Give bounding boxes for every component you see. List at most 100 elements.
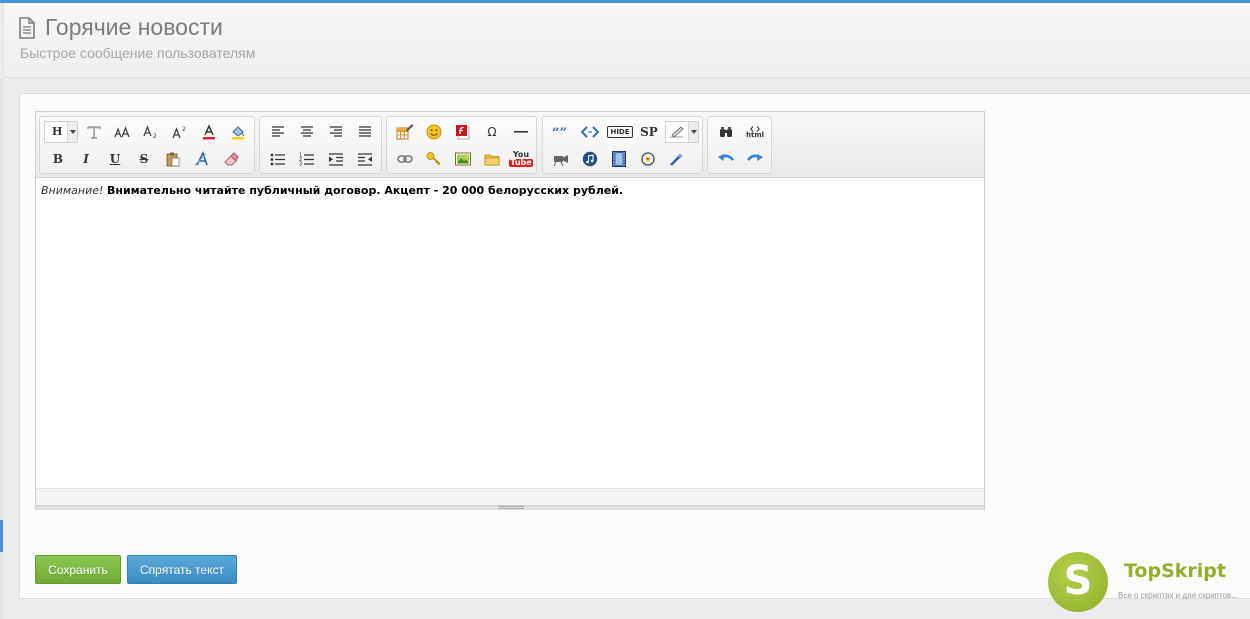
topskript-logo: S [1048,552,1108,612]
toolbar-group-insert: Ω You Tube [386,116,537,174]
source-html-button[interactable]: html [743,121,767,143]
align-justify-icon [359,126,371,137]
topskript-title: TopSkript [1124,560,1226,582]
text-color-icon [203,124,215,140]
underline-button[interactable]: U [103,148,127,170]
background-color-button[interactable] [226,121,250,143]
insert-gadget-button[interactable] [665,148,689,170]
align-right-icon [330,126,342,137]
paint-bucket-icon [232,126,244,140]
image-icon [455,152,471,166]
hide-text-button[interactable]: Спрятать текст [127,555,237,584]
page-subtitle: Быстрое сообщение пользователям [20,45,256,61]
italic-button[interactable]: I [74,148,98,170]
numbered-list-icon: 123 [299,153,314,167]
underline-label: U [109,152,121,166]
redo-button[interactable] [743,148,767,170]
horizontal-rule-icon [514,131,528,133]
film-icon [612,151,626,167]
subscript-button[interactable]: 2 [139,121,163,143]
insert-flash-button[interactable] [451,121,475,143]
text-color-button[interactable] [197,121,221,143]
insert-file-button[interactable] [480,148,504,170]
special-char-label: Ω [487,125,497,139]
heading-dropdown[interactable]: H [44,121,78,143]
page-header: Горячие новости Быстрое сообщение пользо… [3,3,1250,78]
editor-content-area[interactable]: Внимание! Внимательно читайте публичный … [36,178,984,488]
insert-link-button[interactable] [393,148,417,170]
warning-text: Внимание! [41,184,104,197]
insert-youtube-button[interactable]: You Tube [508,148,534,170]
toolbar-group-misc: html [707,116,772,174]
youtube-icon: You Tube [509,151,533,167]
hide-button[interactable]: HIDE [607,121,633,143]
rich-text-editor: H 2 2 B I U S 1 2 3 Ω You Tube “” HIDE S… [35,111,985,510]
superscript-button[interactable]: 2 [168,121,192,143]
flash-icon [456,125,470,140]
code-button[interactable] [578,121,602,143]
bullet-list-button[interactable] [266,148,290,170]
strikethrough-button[interactable]: S [132,148,156,170]
media-player-icon [641,152,655,166]
spoiler-button[interactable]: SP [637,121,661,143]
subscript-icon: 2 [143,125,157,139]
insert-audio-button[interactable] [578,148,602,170]
more-bbcode-dropdown[interactable] [665,121,699,143]
undo-icon [718,154,734,161]
eraser-icon [224,152,239,166]
insert-media-button[interactable] [636,148,660,170]
toolbar-group-alignment: 123 [259,116,382,174]
page-title-row: Горячие новости [18,14,223,41]
align-left-icon [272,126,284,137]
indent-button[interactable] [324,148,348,170]
heading-dropdown-label: H [52,125,63,138]
indent-icon [329,152,343,166]
topskript-logo-letter: S [1063,558,1093,604]
spoiler-label: SP [640,125,658,139]
message-text: Внимательно читайте публичный договор. А… [106,184,624,197]
find-button[interactable] [714,121,738,143]
outdent-button[interactable] [353,148,377,170]
table-icon [396,124,414,140]
horizontal-rule-button[interactable] [509,121,533,143]
html-label: html [745,130,765,139]
align-right-button[interactable] [324,121,348,143]
editor-resize-handle[interactable] [36,505,984,510]
save-button[interactable]: Сохранить [35,555,121,584]
insert-video-button[interactable] [549,148,573,170]
redo-icon [747,154,763,161]
topskript-watermark: S TopSkript Все о скриптах и для скрипто… [1046,551,1250,613]
video-camera-icon [553,155,568,166]
undo-button[interactable] [714,148,738,170]
numbered-list-button[interactable]: 123 [295,148,319,170]
remove-format-button[interactable] [219,148,243,170]
align-center-button[interactable] [295,121,319,143]
editor-footer [36,488,984,510]
folder-icon [484,154,500,166]
align-justify-button[interactable] [353,121,377,143]
active-nav-marker [0,520,3,552]
insert-smiley-button[interactable] [422,121,446,143]
left-sidebar-edge [0,78,3,619]
insert-anchor-button[interactable] [422,148,446,170]
paste-as-word-button[interactable] [190,148,214,170]
svg-text:“”: “” [552,127,567,137]
key-icon [426,152,441,166]
paste-button[interactable] [161,148,185,170]
quote-button[interactable]: “” [549,121,573,143]
bold-button[interactable]: B [46,148,70,170]
insert-table-button[interactable] [393,121,417,143]
align-left-button[interactable] [266,121,290,143]
insert-image-button[interactable] [451,148,475,170]
font-size-button[interactable] [110,121,134,143]
insert-movie-button[interactable] [607,148,631,170]
chevron-down-icon [688,122,698,142]
toolbar-group-bbcode: “” HIDE SP [542,116,703,174]
document-icon [19,16,35,39]
special-char-button[interactable]: Ω [480,121,504,143]
font-family-button[interactable] [82,121,106,143]
magic-wand-icon [670,153,683,166]
superscript-icon: 2 [172,126,186,139]
link-icon [397,155,413,163]
svg-text:3: 3 [299,162,302,167]
